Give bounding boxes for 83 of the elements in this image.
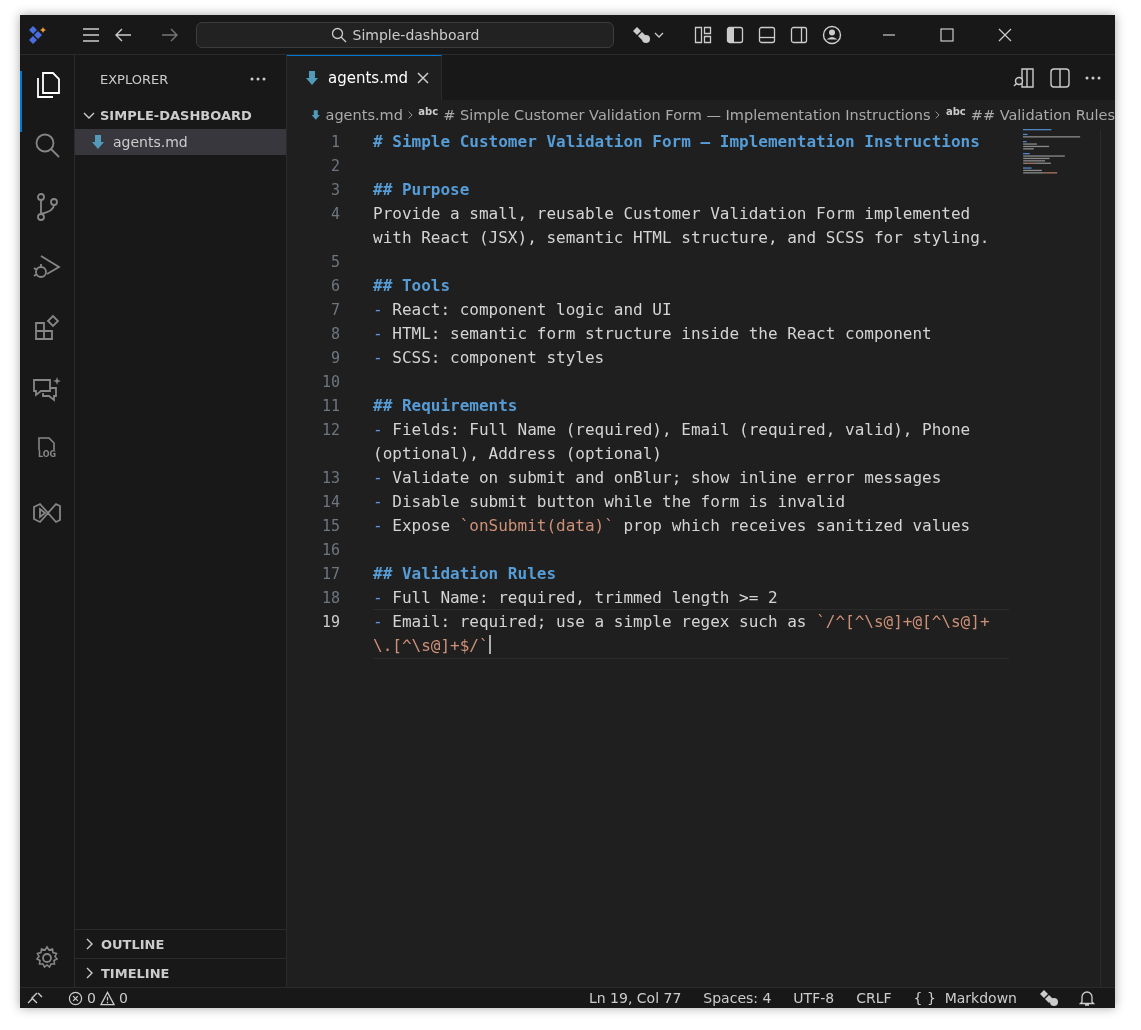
code-line: - Validate on submit and onBlur; show inline error messages bbox=[373, 467, 943, 489]
code-line: - Email: required; use a simple regex such as `/^[^\s@]+@[^\s@]+\.[^\s@]+$/` bbox=[373, 609, 1009, 659]
copilot-icon[interactable] bbox=[1039, 989, 1059, 1007]
back-arrow-icon[interactable] bbox=[114, 27, 132, 42]
folder-row[interactable]: SIMPLE-DASHBOARD bbox=[75, 103, 286, 127]
line-number: 6 bbox=[329, 276, 340, 297]
search-field[interactable]: Simple-dashboard bbox=[196, 21, 614, 48]
more-actions-icon[interactable] bbox=[250, 77, 266, 81]
split-editor-icon[interactable] bbox=[1049, 66, 1071, 89]
more-actions-icon[interactable] bbox=[1085, 75, 1101, 80]
sidebar-toggle-icon[interactable] bbox=[726, 25, 744, 44]
remote-icon[interactable] bbox=[27, 991, 43, 1005]
chevron-icon bbox=[935, 109, 941, 121]
breadcrumb-item[interactable]: ## Validation Rules bbox=[970, 107, 1115, 123]
code-line: - SCSS: component styles bbox=[373, 347, 606, 369]
code-line: - React: component logic and UI bbox=[373, 299, 673, 321]
line-number: 10 bbox=[320, 372, 340, 393]
chat-icon[interactable] bbox=[32, 376, 62, 404]
line-number: 13 bbox=[320, 468, 340, 489]
search-icon[interactable] bbox=[34, 132, 60, 158]
file-item[interactable]: agents.md bbox=[75, 129, 286, 155]
notifications-icon[interactable] bbox=[1079, 989, 1095, 1007]
section-header[interactable]: OUTLINE bbox=[75, 929, 286, 958]
line-number: 9 bbox=[329, 348, 340, 369]
maximize-icon[interactable] bbox=[940, 27, 954, 42]
line-number: 7 bbox=[329, 300, 340, 321]
account-icon[interactable] bbox=[822, 24, 842, 45]
status-item[interactable]: Spaces: 4 bbox=[703, 990, 772, 1006]
line-number: 17 bbox=[320, 564, 340, 585]
line-number: 8 bbox=[329, 324, 340, 345]
line-number: 5 bbox=[329, 252, 340, 273]
forward-arrow-icon[interactable] bbox=[161, 27, 179, 42]
explorer-title: EXPLORER bbox=[100, 71, 169, 87]
code-line: - Expose `onSubmit(data)` prop which receives sanitized values bbox=[373, 515, 972, 537]
settings-icon[interactable] bbox=[34, 945, 60, 971]
status-item[interactable]: UTF-8 bbox=[793, 990, 835, 1006]
symbol-label: abc bbox=[418, 106, 439, 117]
chevron-icon bbox=[407, 109, 414, 121]
close-icon[interactable] bbox=[998, 27, 1012, 42]
breadcrumb-item[interactable]: agents.md bbox=[325, 107, 403, 123]
editor-tab[interactable]: agents.md bbox=[287, 55, 443, 100]
breadcrumb-item[interactable]: # Simple Customer Validation Form — Implementation Instructions bbox=[443, 107, 931, 123]
layout-icon[interactable] bbox=[694, 25, 712, 44]
panel-toggle-icon[interactable] bbox=[758, 25, 776, 44]
extensions-icon[interactable] bbox=[34, 315, 60, 341]
line-number: 2 bbox=[329, 156, 340, 177]
status-item[interactable]: CRLF bbox=[856, 990, 892, 1006]
code-line: Provide a small, reusable Customer Validation Form implemented with React (JSX), semantic HTML structure, and SCSS for styling. bbox=[373, 203, 991, 249]
problems-indicator[interactable]: 0 0 bbox=[68, 990, 128, 1006]
code-line: ## Requirements bbox=[373, 395, 519, 417]
files-icon[interactable] bbox=[35, 71, 61, 99]
line-number: 4 bbox=[329, 204, 340, 225]
search-icon bbox=[330, 26, 347, 43]
language-mode[interactable]: { } Markdown bbox=[913, 990, 1017, 1006]
code-line: - HTML: semantic form structure inside the React component bbox=[373, 323, 933, 345]
source-control-icon[interactable] bbox=[35, 193, 59, 221]
line-number: 15 bbox=[320, 516, 340, 537]
line-number: 12 bbox=[320, 420, 340, 441]
code-line: ## Purpose bbox=[373, 179, 471, 201]
line-number: 1 bbox=[329, 132, 340, 153]
line-number: 3 bbox=[329, 180, 340, 201]
code-line: - Disable submit button while the form is invalid bbox=[373, 491, 846, 513]
status-item[interactable]: Ln 19, Col 77 bbox=[589, 990, 682, 1006]
line-number: 19 bbox=[320, 612, 340, 633]
secondary-sidebar-icon[interactable] bbox=[790, 25, 808, 44]
symbol-label: abc bbox=[945, 106, 966, 117]
menu-icon[interactable] bbox=[82, 27, 100, 42]
copilot-icon[interactable] bbox=[632, 24, 666, 45]
code-line: - Fields: Full Name (required), Email (required, valid), Phone (optional), Address (optional) bbox=[373, 419, 972, 465]
code-line: ## Validation Rules bbox=[373, 563, 558, 585]
code-line: ## Tools bbox=[373, 275, 452, 297]
code-line: # Simple Customer Validation Form — Implementation Instructions bbox=[373, 131, 981, 153]
markdown-file-icon bbox=[91, 134, 105, 150]
app-logo-icon bbox=[27, 24, 47, 45]
line-number: 16 bbox=[320, 540, 340, 561]
close-icon[interactable] bbox=[417, 72, 430, 84]
line-number: 14 bbox=[320, 492, 340, 513]
run-debug-icon[interactable] bbox=[33, 254, 61, 280]
line-number: 18 bbox=[320, 588, 340, 609]
markdown-file-icon bbox=[305, 70, 319, 86]
code-line: - Full Name: required, trimmed length >= 2 bbox=[373, 587, 779, 609]
preview-icon[interactable] bbox=[1013, 66, 1035, 89]
line-number: 11 bbox=[320, 396, 340, 417]
